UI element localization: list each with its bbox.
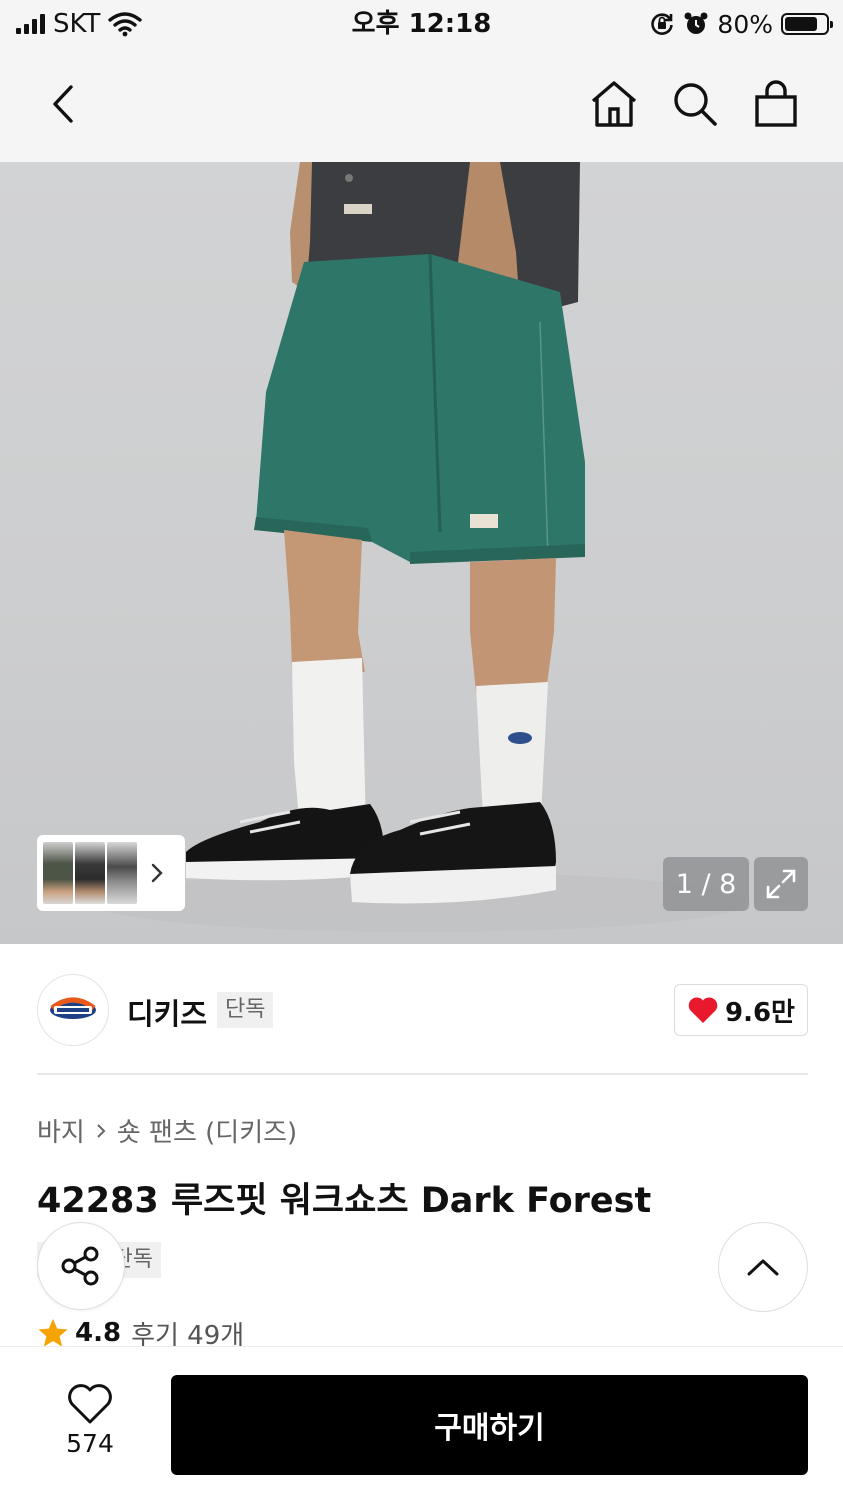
product-title: 42283 루즈핏 워크쇼츠 Dark Forest: [37, 1181, 652, 1221]
alarm-icon: [684, 12, 708, 34]
heart-outline-icon: [68, 1384, 112, 1424]
thumbnail-3[interactable]: [107, 842, 137, 904]
product-photo: [90, 162, 750, 932]
heart-filled-icon: [688, 997, 718, 1023]
rating-value: 4.8: [75, 1318, 122, 1348]
home-button[interactable]: [586, 76, 642, 132]
chevron-up-icon: [747, 1259, 779, 1276]
expand-icon: [766, 869, 796, 899]
search-button[interactable]: [667, 76, 723, 132]
dickies-logo-icon: [50, 997, 96, 1019]
thumbnail-1[interactable]: [43, 842, 73, 904]
rotation-lock-icon: [651, 13, 674, 35]
breadcrumb: 바지 숏 팬츠 (디키즈): [37, 1112, 297, 1149]
scroll-to-top-button[interactable]: [718, 1222, 808, 1312]
shopping-bag-icon: [755, 80, 797, 127]
share-button[interactable]: [37, 1222, 125, 1310]
buy-button[interactable]: 구매하기: [171, 1375, 808, 1475]
brand-row: 디키즈 단독 9.6만: [37, 974, 808, 1046]
cart-button[interactable]: [748, 76, 804, 132]
search-icon: [674, 83, 717, 126]
rating-row: 4.8 후기 49개: [37, 1316, 244, 1350]
image-counter: 1 / 8: [663, 857, 749, 911]
wishlist-count: 574: [66, 1429, 114, 1458]
chevron-right-icon: [97, 1123, 106, 1138]
section-divider: [37, 1073, 808, 1075]
brand-logo[interactable]: [37, 974, 109, 1046]
thumbnail-strip[interactable]: [37, 835, 185, 911]
brand-like-count: 9.6만: [725, 997, 795, 1028]
status-right: 80%: [649, 8, 833, 40]
expand-image-button[interactable]: [754, 857, 808, 911]
bottom-action-bar: 574 구매하기: [0, 1346, 843, 1500]
brand-exclusive-badge: 단독: [217, 992, 274, 1028]
battery-percent: 80%: [717, 9, 773, 39]
wishlist-button[interactable]: 574: [40, 1383, 140, 1475]
battery-icon: [781, 13, 833, 35]
thumbnail-next-button[interactable]: [147, 858, 167, 888]
breadcrumb-item-category[interactable]: 바지: [37, 1112, 85, 1149]
brand-like-button[interactable]: 9.6만: [674, 984, 808, 1036]
back-button[interactable]: [36, 76, 92, 132]
thumbnail-2[interactable]: [75, 842, 105, 904]
star-icon: [38, 1319, 68, 1347]
review-count-link[interactable]: 후기 49개: [131, 1316, 244, 1351]
product-image-gallery[interactable]: 1 / 8: [0, 162, 843, 944]
share-icon: [61, 1246, 99, 1286]
brand-name[interactable]: 디키즈: [127, 991, 207, 1033]
home-icon: [591, 81, 637, 127]
chevron-right-icon: [151, 863, 163, 883]
breadcrumb-item-subcategory[interactable]: 숏 팬츠 (디키즈): [117, 1112, 297, 1149]
status-bar: SKT 오후 12:18 80%: [0, 0, 843, 48]
back-icon: [53, 85, 73, 123]
top-navigation-bar: [0, 48, 843, 162]
